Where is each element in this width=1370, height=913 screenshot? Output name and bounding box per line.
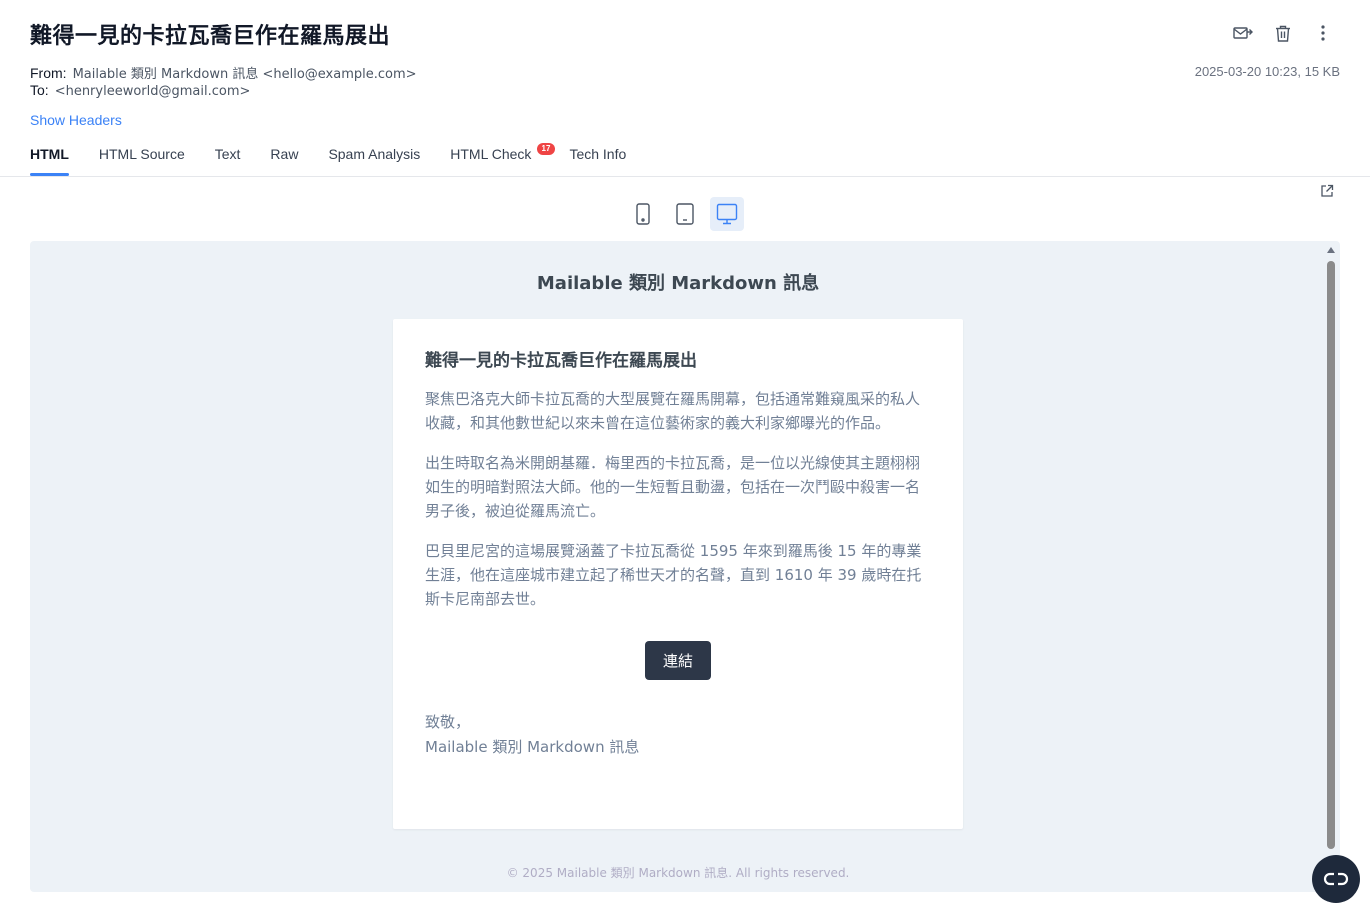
view-tabs: HTML HTML Source Text Raw Spam Analysis … [30,143,656,176]
open-external-icon[interactable] [1320,184,1334,198]
mail-signoff: 致敬， Mailable 類別 Markdown 訊息 [425,710,931,760]
scroll-thumb[interactable] [1327,261,1335,849]
forward-mail-icon[interactable] [1232,22,1254,44]
phone-icon [636,203,650,225]
signoff-greeting: 致敬， [425,713,471,731]
email-actions [1232,22,1334,44]
mail-header-title: Mailable 類別 Markdown 訊息 [536,273,820,294]
mail-link-button[interactable]: 連結 [644,641,711,680]
from-value: Mailable 類別 Markdown 訊息 <hello@example.c… [72,67,417,82]
to-label: To: [30,82,49,98]
phone-view-button[interactable] [626,197,660,231]
html-check-badge: 17 [536,143,556,155]
scroll-up-arrow[interactable] [1327,247,1335,253]
floating-action-button[interactable] [1312,855,1360,903]
tab-text[interactable]: Text [215,146,241,176]
trash-icon[interactable] [1272,22,1294,44]
email-preview-frame: Mailable 類別 Markdown 訊息 難得一見的卡拉瓦喬巨作在羅馬展出… [30,241,1340,892]
link-icon [1323,872,1349,886]
tablet-view-button[interactable] [668,197,702,231]
show-headers-link[interactable]: Show Headers [30,112,122,128]
to-row: To: <henryleeworld@gmail.com> [30,82,250,99]
desktop-icon [716,203,738,225]
to-value: <henryleeworld@gmail.com> [54,84,251,99]
tab-html-source[interactable]: HTML Source [99,146,185,176]
mail-title: 難得一見的卡拉瓦喬巨作在羅馬展出 [425,351,697,371]
more-vertical-icon[interactable] [1312,22,1334,44]
mail-paragraph: 巴貝里尼宮的這場展覽涵蓋了卡拉瓦喬從 1595 年來到羅馬後 15 年的專業生涯… [425,542,922,608]
mail-paragraph: 出生時取名為米開朗基羅．梅里西的卡拉瓦喬，是一位以光線使其主題栩栩如生的明暗對照… [425,454,921,520]
desktop-view-button[interactable] [710,197,744,231]
mail-button-wrap: 連結 [425,641,931,680]
date-size: 2025-03-20 10:23, 15 KB [1194,64,1340,79]
tab-raw[interactable]: Raw [270,146,298,176]
preview-scrollbar[interactable] [1326,245,1336,888]
from-label: From: [30,65,67,81]
tabs-divider [0,176,1370,177]
device-switcher [626,197,744,231]
signoff-sender: Mailable 類別 Markdown 訊息 [425,738,640,756]
from-row: From: Mailable 類別 Markdown 訊息 <hello@exam… [30,63,417,82]
tab-tech-info[interactable]: Tech Info [569,146,626,176]
tablet-icon [676,203,694,225]
email-subject: 難得一見的卡拉瓦喬巨作在羅馬展出 [30,24,391,49]
mail-content-card: 難得一見的卡拉瓦喬巨作在羅馬展出 聚焦巴洛克大師卡拉瓦喬的大型展覽在羅馬開幕，包… [393,319,963,829]
mail-paragraph: 聚焦巴洛克大師卡拉瓦喬的大型展覽在羅馬開幕，包括通常難窺風采的私人收藏，和其他數… [425,390,921,432]
mail-footer: © 2025 Mailable 類別 Markdown 訊息. All righ… [506,866,850,880]
tab-spam-analysis[interactable]: Spam Analysis [328,146,420,176]
tab-html-check-label: HTML Check [450,146,532,162]
tab-html[interactable]: HTML [30,146,69,176]
tab-html-check[interactable]: HTML Check 17 [450,143,556,176]
